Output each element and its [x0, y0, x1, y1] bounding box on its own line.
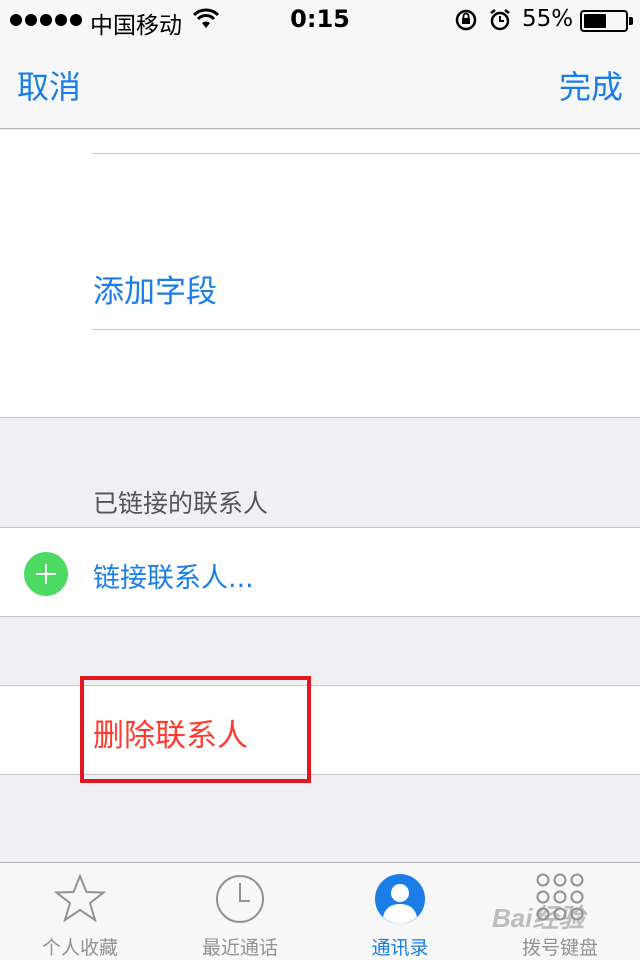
- tab-label: 个人收藏: [41, 937, 118, 959]
- watermark: Bai经验: [492, 903, 585, 933]
- add-circle-icon[interactable]: [24, 552, 68, 596]
- battery-percent: 55%: [522, 6, 574, 32]
- cancel-button[interactable]: 取消: [17, 62, 81, 108]
- annotation-highlight-box: [80, 676, 311, 783]
- add-field-button[interactable]: 添加字段: [93, 266, 217, 311]
- done-button[interactable]: 完成: [559, 62, 623, 108]
- contacts-icon: [375, 874, 425, 924]
- navigation-bar: 取消 完成: [0, 40, 640, 129]
- rotation-lock-icon: [455, 9, 477, 31]
- tab-label: 通讯录: [371, 937, 429, 959]
- divider: [92, 153, 640, 154]
- tab-contacts[interactable]: 通讯录: [320, 863, 480, 960]
- star-icon: [54, 873, 106, 923]
- linked-contacts-header: 已链接的联系人: [93, 489, 269, 518]
- divider: [92, 329, 640, 330]
- alarm-icon: [490, 9, 510, 31]
- battery-icon: [580, 10, 633, 32]
- tab-label: 拨号键盘: [521, 937, 598, 959]
- tab-label: 最近通话: [201, 937, 278, 959]
- link-contact-button[interactable]: 链接联系人...: [93, 556, 254, 595]
- tab-favorites[interactable]: 个人收藏: [0, 863, 160, 960]
- clock-icon: [216, 875, 264, 923]
- tab-recents[interactable]: 最近通话: [160, 863, 320, 960]
- status-bar: 中国移动 0:15 55%: [0, 0, 640, 40]
